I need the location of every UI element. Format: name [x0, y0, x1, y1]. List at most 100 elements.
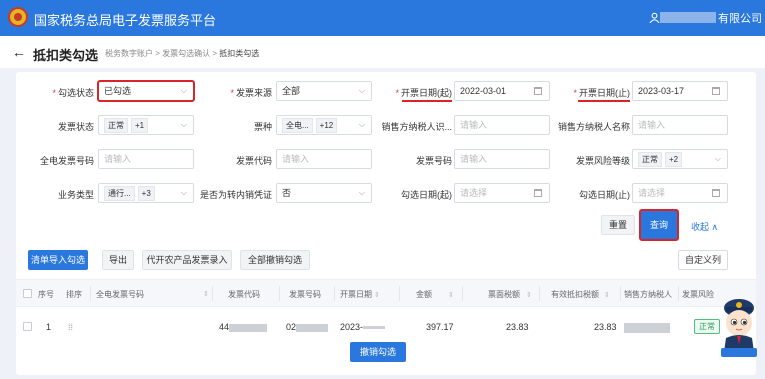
- company-suffix[interactable]: 有限公司: [718, 10, 762, 26]
- selected-tag: 正常: [104, 118, 128, 133]
- seller-tax-id-label: 销售方纳税人识...: [381, 122, 452, 132]
- seller-name-label: 销售方纳税人名称: [557, 122, 630, 132]
- app-title: 国家税务总局电子发票服务平台: [34, 13, 217, 28]
- issue-date-start-label: * 开票日期(起): [395, 88, 452, 98]
- invoice-source-select[interactable]: 全部 ⌵: [276, 81, 372, 101]
- invoice-status-label: 发票状态: [57, 122, 94, 132]
- highlight-underline: [578, 100, 630, 102]
- select-all-checkbox[interactable]: [23, 289, 32, 298]
- company-name-redacted: [660, 12, 716, 23]
- col-header: 发票代码: [228, 290, 260, 299]
- crumb-item-current: 抵扣类勾选: [219, 49, 260, 58]
- export-button[interactable]: 导出: [102, 250, 134, 270]
- col-divider: [678, 286, 679, 301]
- more-tag: +12: [315, 118, 338, 133]
- chevron-down-icon: ⌵: [358, 86, 365, 95]
- agri-invoice-entry-button[interactable]: 代开农产品发票录入: [142, 250, 232, 270]
- issue-date-end-picker[interactable]: 2023-03-17: [632, 81, 728, 101]
- query-button[interactable]: 查询: [639, 209, 679, 241]
- col-header: 全电发票号码: [96, 290, 144, 299]
- col-header[interactable]: 有效抵扣税额 ⇕: [551, 289, 610, 300]
- main-card: * 勾选状态 已勾选 ⌵ * 发票来源 全部 ⌵ * 开票日期(起) 2022-03-01…: [16, 72, 756, 375]
- mascot-icon[interactable]: [718, 290, 760, 360]
- ticket-type-label: 票种: [253, 122, 272, 132]
- tax-cell: 23.83: [506, 322, 529, 332]
- invoice-code-label: 发票代码: [235, 156, 272, 166]
- more-tag: +2: [665, 152, 683, 167]
- full-invoice-no-label: 全电发票号码: [39, 156, 94, 166]
- crumb-item[interactable]: 税务数字账户: [105, 49, 153, 58]
- chevron-down-icon: ⌵: [358, 120, 365, 129]
- top-bar: 国家税务总局电子发票服务平台 有限公司: [0, 0, 765, 36]
- col-divider: [334, 286, 335, 301]
- back-arrow-icon[interactable]: ←: [12, 44, 26, 60]
- invoice-no-input[interactable]: 请输入: [454, 149, 550, 169]
- sort-icon[interactable]: ⇕: [201, 289, 209, 298]
- custom-columns-button[interactable]: 自定义列: [678, 250, 728, 270]
- issue-date-start-picker[interactable]: 2022-03-01: [454, 81, 550, 101]
- col-divider: [90, 286, 91, 301]
- issue-date-end-label: * 开票日期(止): [573, 88, 630, 98]
- check-date-start-label: 勾选日期(起): [401, 190, 452, 200]
- col-header: 销售方纳税人: [624, 290, 672, 299]
- col-header[interactable]: 票面税额 ⇕: [488, 289, 532, 300]
- crumb-sep: >: [155, 49, 160, 58]
- col-divider: [279, 286, 280, 301]
- import-check-button[interactable]: 清单导入勾选: [28, 250, 88, 270]
- check-date-start-picker[interactable]: 请选择: [454, 183, 550, 203]
- row-index: 1: [46, 322, 52, 332]
- col-divider: [462, 286, 463, 301]
- sort-icon[interactable]: ⇕: [374, 292, 380, 299]
- invoice-code-input[interactable]: 请输入: [276, 149, 372, 169]
- invoice-number-cell: 02: [286, 322, 329, 332]
- seller-cell: [624, 322, 670, 333]
- reset-button[interactable]: 重置: [601, 215, 635, 235]
- risk-level-label: 发票风险等级: [575, 156, 630, 166]
- calendar-icon: [712, 87, 720, 95]
- collapse-link[interactable]: 收起 ∧: [691, 220, 718, 233]
- col-header: 排序: [66, 290, 82, 299]
- col-header[interactable]: 开票日期 ⇕: [340, 289, 380, 300]
- sort-icon[interactable]: ⇕: [526, 292, 532, 299]
- calendar-icon: [712, 189, 720, 197]
- chevron-down-icon: ⌵: [180, 120, 187, 129]
- crumb-item[interactable]: 发票勾选确认: [162, 49, 210, 58]
- risk-level-select[interactable]: 正常 +2 ⌵: [632, 149, 728, 169]
- business-type-select[interactable]: 通行... +3 ⌵: [98, 183, 194, 203]
- seller-name-input[interactable]: 请输入: [632, 115, 728, 135]
- selected-tag: 正常: [638, 152, 662, 167]
- drag-handle-icon[interactable]: ⁞⁞: [68, 322, 73, 332]
- selected-tag: 通行...: [104, 186, 135, 201]
- chevron-down-icon: ⌵: [358, 188, 365, 197]
- sort-icon[interactable]: ⇕: [448, 292, 454, 299]
- highlight-underline: [402, 100, 452, 102]
- crumb-sep: >: [212, 49, 218, 58]
- check-status-label: * 勾选状态: [52, 88, 94, 98]
- calendar-icon: [534, 87, 542, 95]
- seller-tax-id-input[interactable]: 请输入: [454, 115, 550, 135]
- col-header: 发票风险: [682, 290, 714, 299]
- amount-cell: 397.17: [426, 322, 454, 332]
- col-header: 发票号码: [289, 290, 321, 299]
- ticket-type-select[interactable]: 全电... +12 ⌵: [276, 115, 372, 135]
- is-transfer-select[interactable]: 否 ⌵: [276, 183, 372, 203]
- full-invoice-no-input[interactable]: 请输入: [98, 149, 194, 169]
- selected-tag: 全电...: [282, 118, 313, 133]
- sort-icon[interactable]: ⇕: [604, 292, 610, 299]
- check-status-select[interactable]: 已勾选 ⌵: [97, 80, 195, 102]
- col-header: 序号: [38, 290, 54, 299]
- col-divider: [399, 286, 400, 301]
- table-header: 序号 排序 全电发票号码 ⇕ 发票代码 发票号码 开票日期 ⇕ 金额 ⇕ 票面税额 ⇕…: [16, 279, 756, 307]
- undo-all-check-button[interactable]: 全部撤销勾选: [240, 250, 310, 270]
- row-checkbox[interactable]: [23, 322, 32, 331]
- more-tag: +1: [131, 118, 149, 133]
- col-divider: [212, 286, 213, 301]
- user-icon[interactable]: [649, 12, 660, 23]
- col-header[interactable]: 金额 ⇕: [416, 289, 454, 300]
- status-badge: 正常: [694, 319, 720, 334]
- invoice-status-select[interactable]: 正常 +1 ⌵: [98, 115, 194, 135]
- more-tag: +3: [137, 186, 155, 201]
- undo-check-button[interactable]: 撤销勾选: [350, 342, 406, 362]
- check-date-end-picker[interactable]: 请选择: [632, 183, 728, 203]
- invoice-code-cell: 44: [219, 322, 268, 332]
